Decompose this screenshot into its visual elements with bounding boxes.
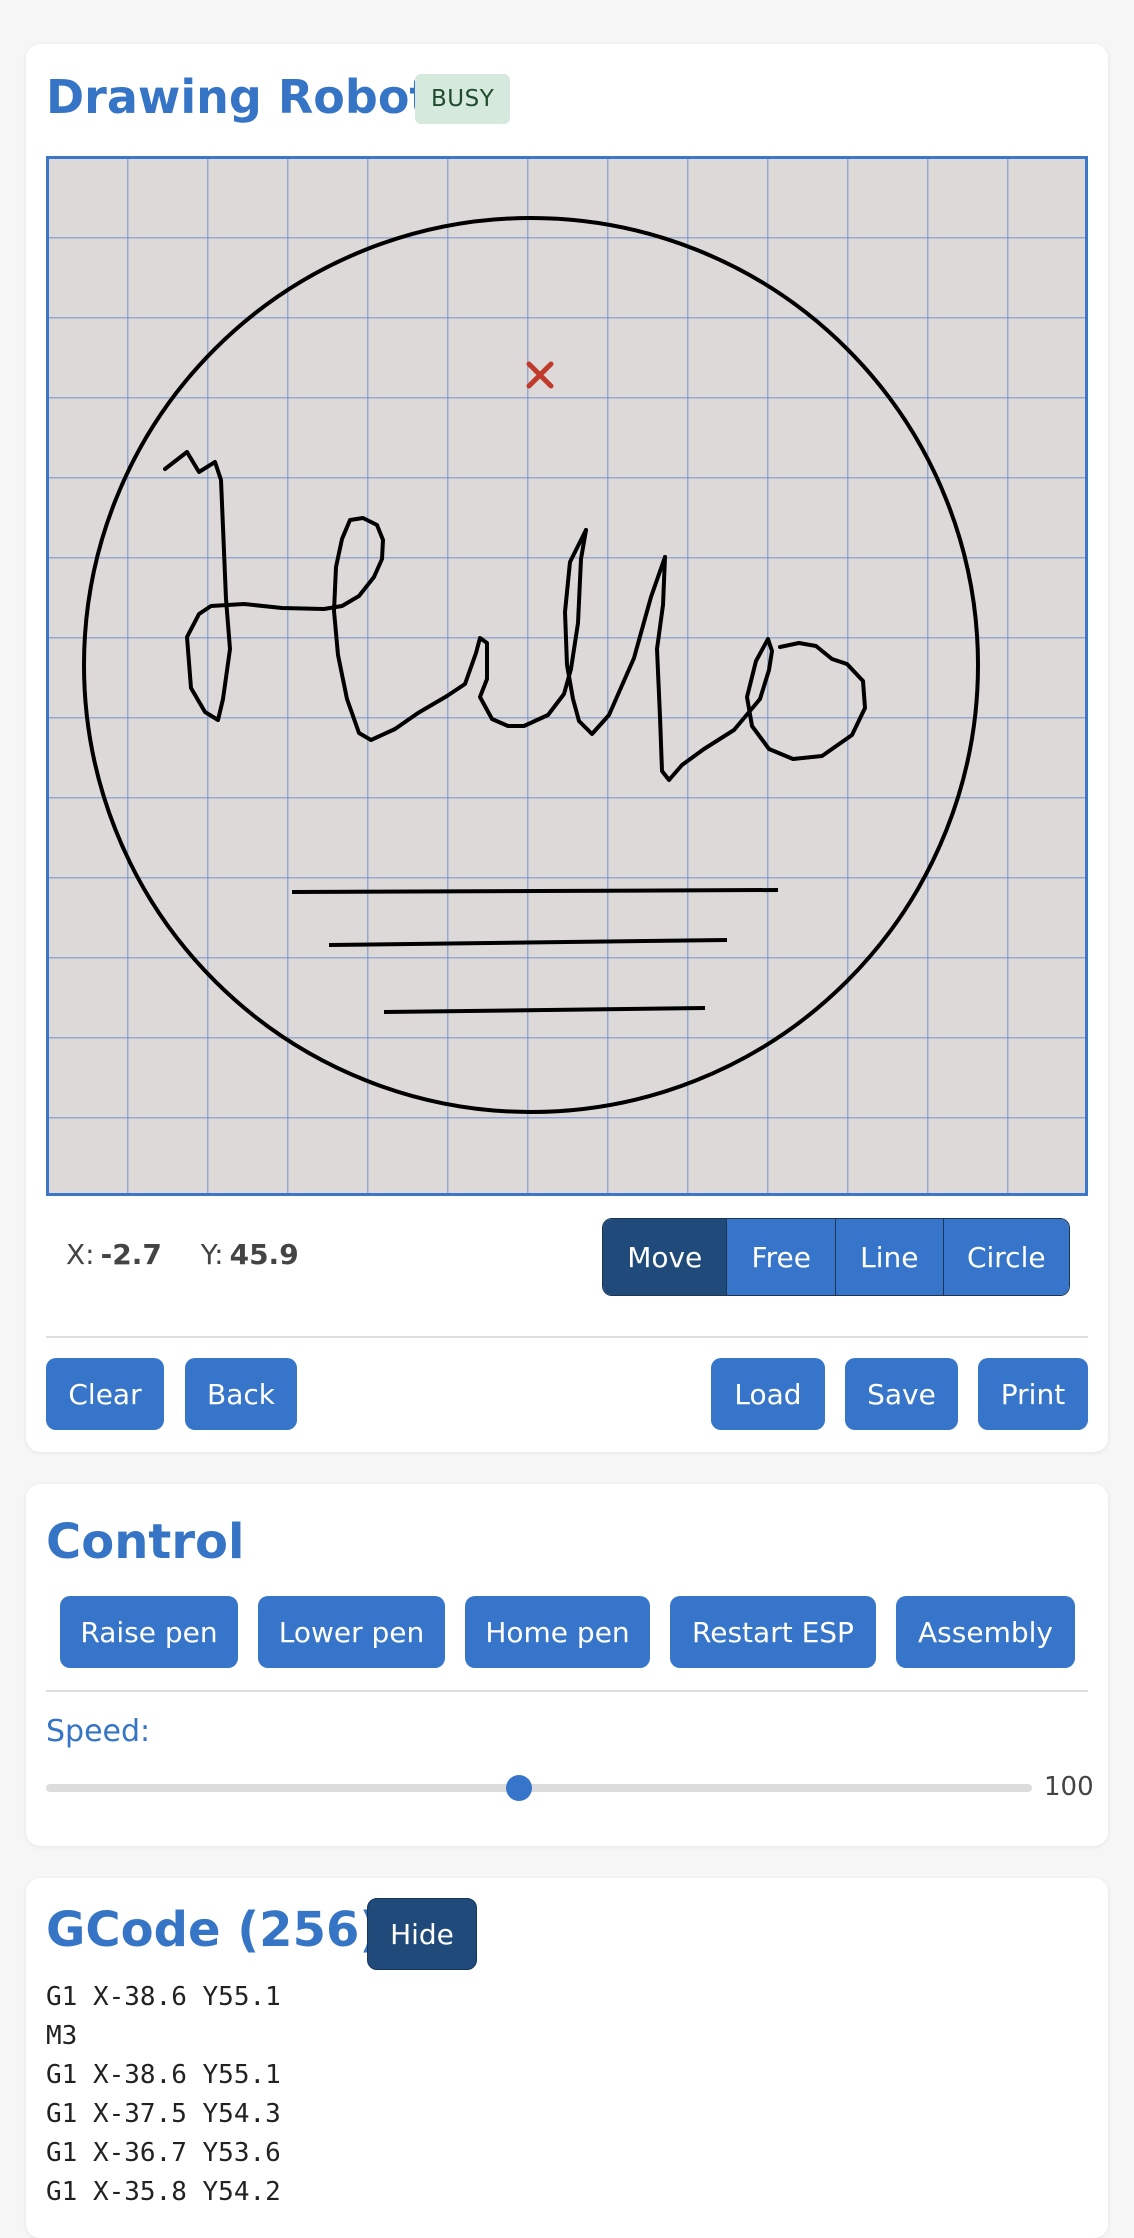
drawing-card: Drawing Robot BUSY X: -2.7 Y: 45.9 Move Fr… (26, 44, 1108, 1452)
control-title: Control (46, 1514, 245, 1570)
gcode-line: G1 X-38.6 Y55.1 (46, 2060, 281, 2090)
home-pen-button[interactable]: Home pen (465, 1596, 650, 1668)
coordinate-readout: X: -2.7 Y: 45.9 (66, 1238, 299, 1271)
drawn-hello-l2 (655, 555, 867, 782)
drawn-underline-1 (291, 888, 779, 894)
back-button[interactable]: Back (185, 1358, 297, 1430)
speed-label: Speed: (46, 1714, 151, 1749)
hide-gcode-button[interactable]: Hide (367, 1898, 477, 1970)
mode-line-button[interactable]: Line (835, 1219, 943, 1295)
gcode-line: G1 X-35.8 Y54.2 (46, 2177, 281, 2207)
save-button[interactable]: Save (845, 1358, 958, 1430)
mode-free-button[interactable]: Free (726, 1219, 835, 1295)
divider (46, 1690, 1088, 1692)
drawing-canvas[interactable] (46, 156, 1088, 1196)
clear-button[interactable]: Clear (46, 1358, 164, 1430)
assembly-button[interactable]: Assembly (896, 1596, 1075, 1668)
drawn-underline-2 (328, 938, 728, 947)
drawn-hello-h (163, 450, 449, 742)
divider (46, 1336, 1088, 1338)
mode-circle-button[interactable]: Circle (942, 1219, 1069, 1295)
gcode-line: G1 X-38.6 Y55.1 (46, 1982, 281, 2012)
speed-value: 100 (1044, 1772, 1094, 1802)
y-value: 45.9 (229, 1238, 299, 1271)
control-card: Control Raise pen Lower pen Home pen Res… (26, 1484, 1108, 1846)
speed-slider-thumb[interactable] (506, 1775, 533, 1801)
x-marker-icon (526, 361, 554, 389)
gcode-listing: G1 X-38.6 Y55.1 M3 G1 X-38.6 Y55.1 G1 X-… (46, 1978, 281, 2212)
raise-pen-button[interactable]: Raise pen (60, 1596, 238, 1668)
mode-selector: Move Free Line Circle (602, 1218, 1070, 1296)
y-label: Y: (200, 1238, 224, 1271)
drawn-underline-3 (383, 1006, 706, 1014)
restart-esp-button[interactable]: Restart ESP (670, 1596, 876, 1668)
lower-pen-button[interactable]: Lower pen (258, 1596, 445, 1668)
drawing-svg (82, 216, 980, 1114)
page-title: Drawing Robot (46, 70, 432, 124)
print-button[interactable]: Print (978, 1358, 1088, 1430)
gcode-line: G1 X-36.7 Y53.6 (46, 2138, 281, 2168)
gcode-title: GCode (256) (46, 1902, 382, 1958)
load-button[interactable]: Load (711, 1358, 825, 1430)
speed-slider[interactable] (46, 1784, 1032, 1792)
x-label: X: (66, 1238, 95, 1271)
x-value: -2.7 (100, 1238, 162, 1271)
gcode-line: M3 (46, 2021, 78, 2051)
gcode-line: G1 X-37.5 Y54.3 (46, 2099, 281, 2129)
status-badge: BUSY (415, 74, 511, 124)
mode-move-button[interactable]: Move (603, 1219, 727, 1295)
gcode-card: GCode (256) Hide G1 X-38.6 Y55.1 M3 G1 X… (26, 1878, 1108, 2238)
